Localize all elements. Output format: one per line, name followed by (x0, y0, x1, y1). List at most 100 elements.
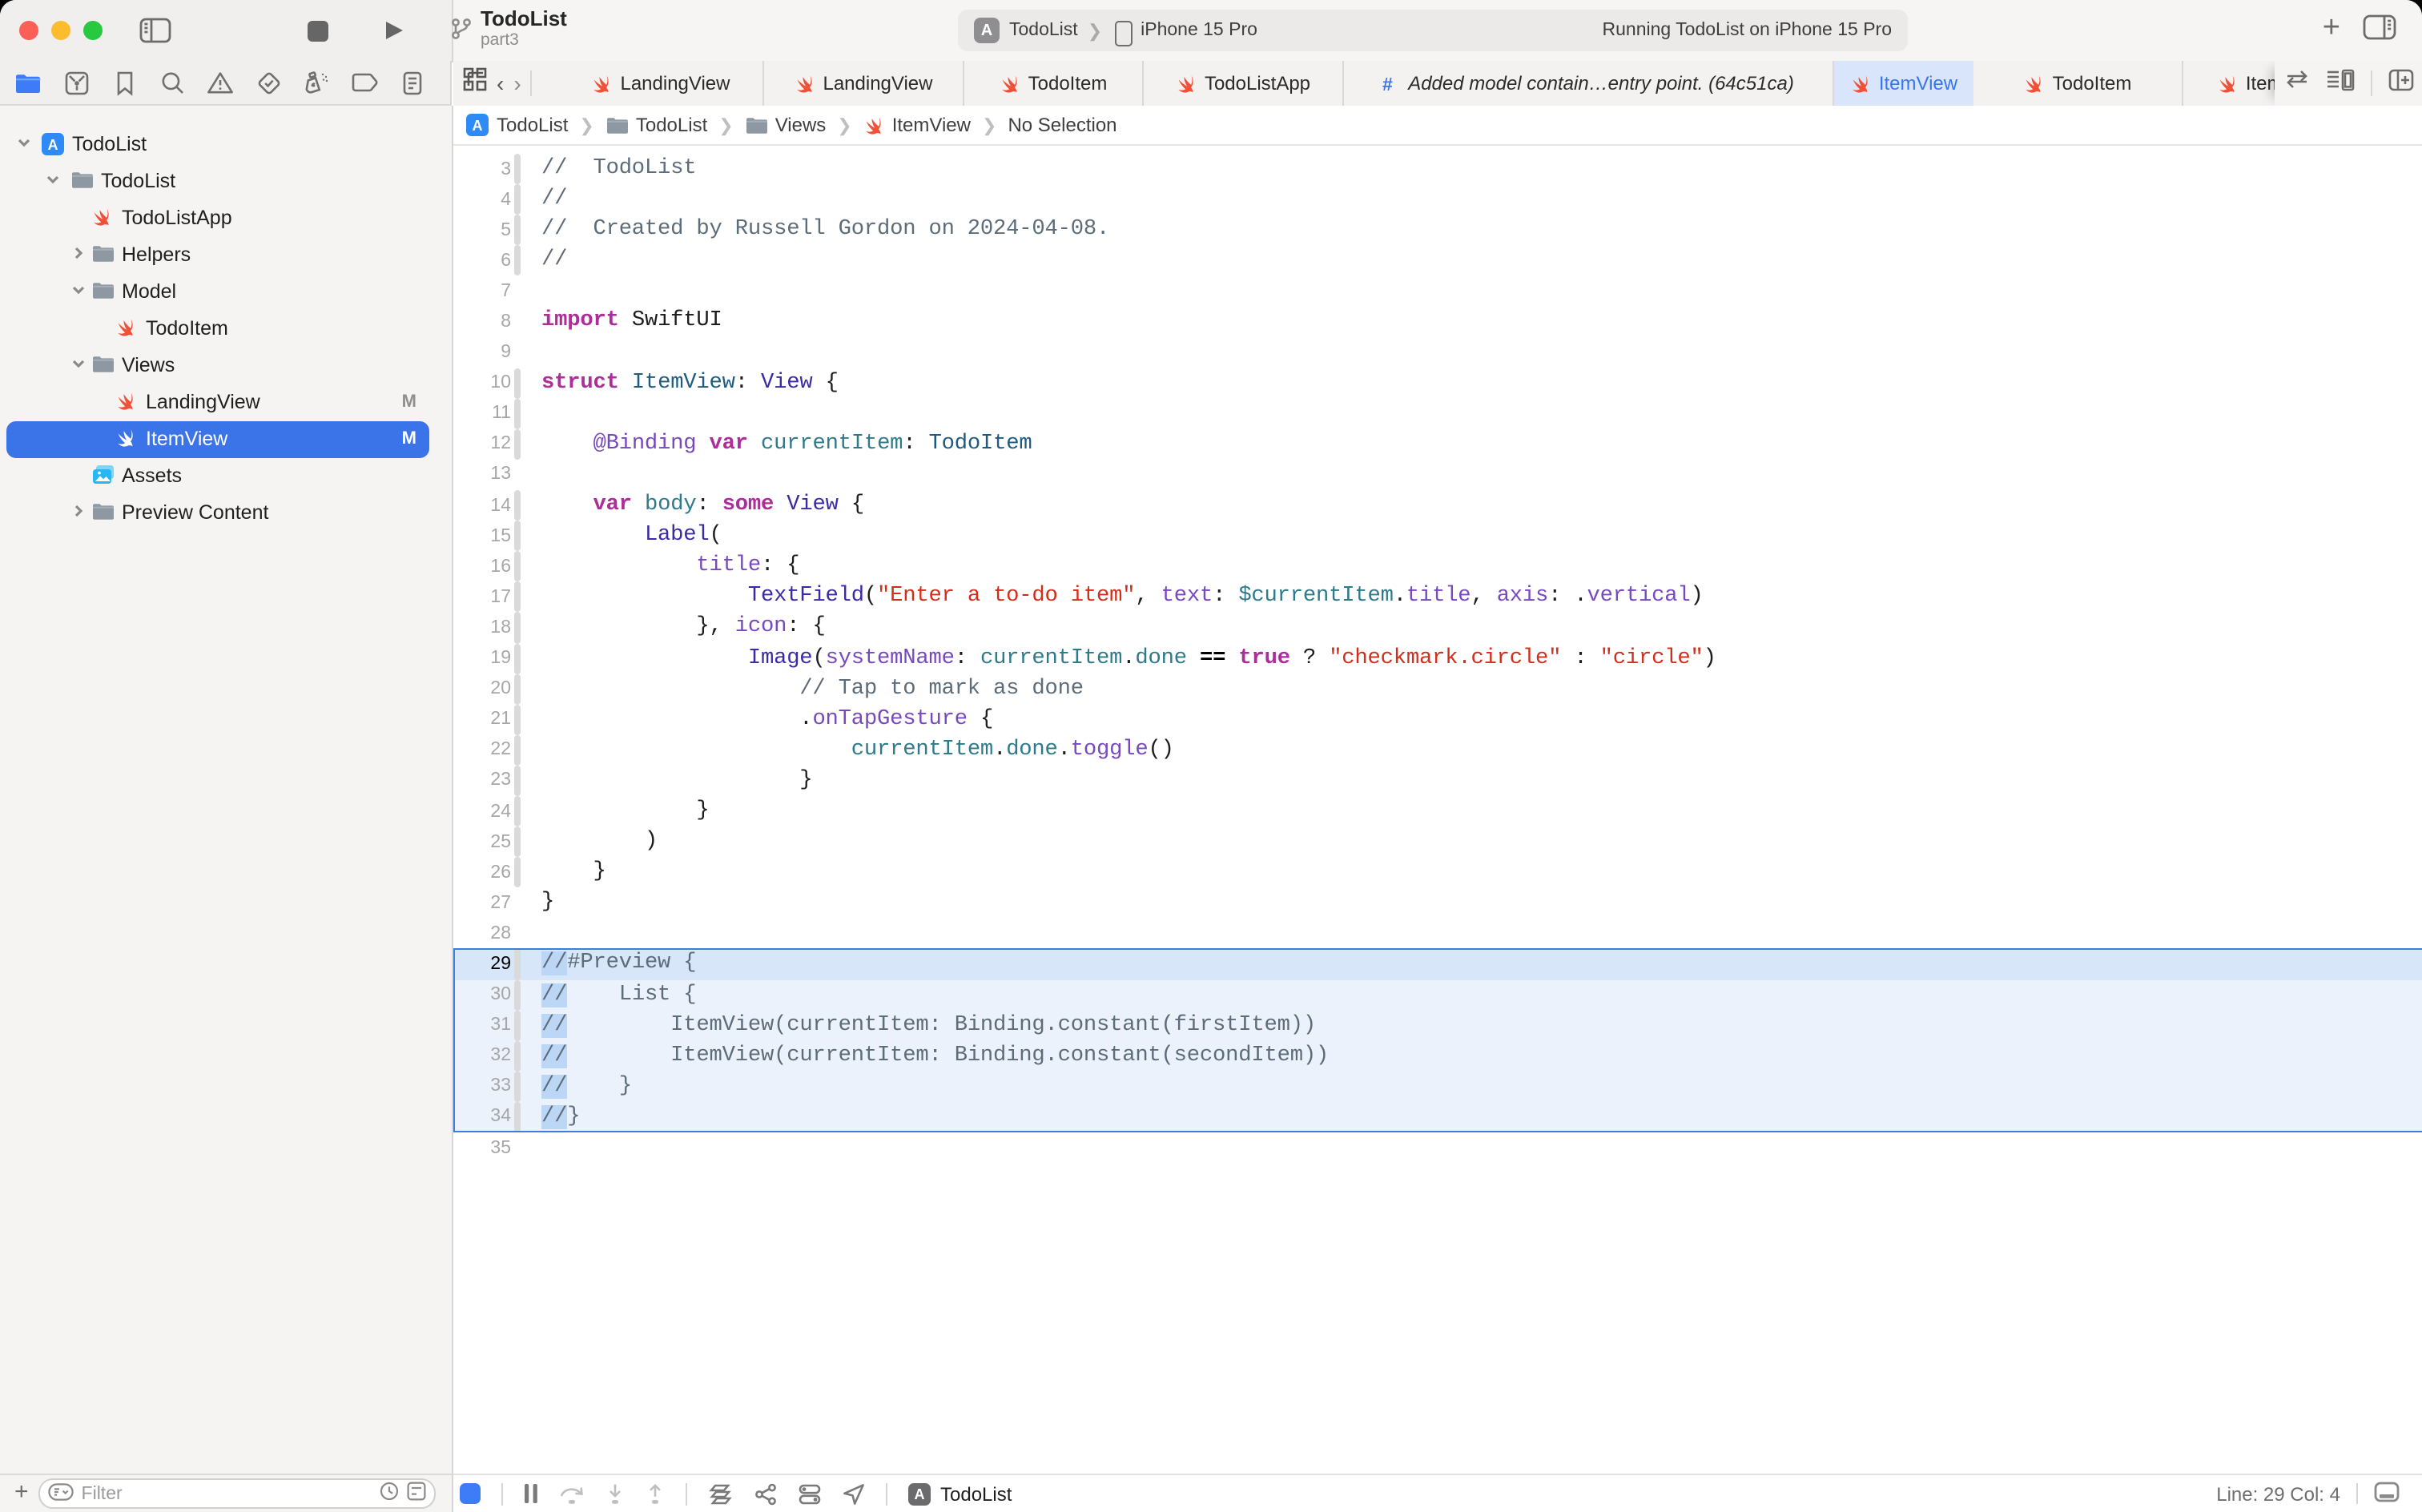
step-over-icon[interactable] (559, 1482, 585, 1505)
sidebar-item-views[interactable]: Views (0, 348, 452, 384)
code-line-27[interactable]: 27} (453, 888, 2422, 919)
code-line-15[interactable]: 15 Label( (453, 521, 2422, 551)
code-line-9[interactable]: 9 (453, 337, 2422, 368)
code-line-35[interactable]: 35 (453, 1132, 2422, 1163)
view-hierarchy-icon[interactable] (708, 1482, 734, 1505)
code-line-22[interactable]: 22 currentItem.done.toggle() (453, 735, 2422, 766)
running-app-label[interactable]: TodoList (940, 1482, 1012, 1505)
tab-todoitem[interactable]: TodoItem (1973, 61, 2183, 106)
breadcrumb-segment[interactable]: ATodoList (466, 114, 568, 136)
tab-todoitem[interactable]: TodoItem (964, 61, 1144, 106)
sidebar-item-preview-content[interactable]: Preview Content (0, 495, 452, 532)
tab-itemview[interactable]: ItemView (1834, 61, 1973, 106)
code-line-8[interactable]: 8import SwiftUI (453, 307, 2422, 337)
recent-files-icon[interactable] (380, 1482, 399, 1506)
filter-field[interactable]: Filter (38, 1478, 436, 1509)
code-line-4[interactable]: 4// (453, 184, 2422, 215)
breadcrumb-segment[interactable]: TodoList (606, 114, 707, 136)
breakpoint-navigator-icon[interactable] (349, 67, 380, 98)
find-navigator-icon[interactable] (157, 67, 187, 98)
code-line-23[interactable]: 23 } (453, 766, 2422, 796)
code-line-31[interactable]: 31// ItemView(currentItem: Binding.const… (453, 1010, 2422, 1040)
disclosure-right-icon[interactable] (70, 243, 93, 266)
swap-editor-icon[interactable] (2283, 69, 2309, 98)
code-line-34[interactable]: 34//} (453, 1102, 2422, 1132)
scheme-title[interactable]: TodoList part3 (481, 6, 567, 51)
code-line-7[interactable]: 7 (453, 276, 2422, 307)
breadcrumb-segment[interactable]: No Selection (1008, 114, 1116, 136)
sidebar-item-todolist[interactable]: ATodoList (0, 127, 452, 163)
disclosure-down-icon[interactable] (45, 170, 67, 192)
zoom-window-button[interactable] (83, 21, 103, 40)
sidebar-item-todoitem[interactable]: TodoItem (0, 311, 452, 348)
code-line-16[interactable]: 16 title: { (453, 551, 2422, 581)
tab-todolistapp[interactable]: TodoListApp (1144, 61, 1344, 106)
code-line-11[interactable]: 11 (453, 399, 2422, 429)
sidebar-item-model[interactable]: Model (0, 274, 452, 311)
sidebar-item-helpers[interactable]: Helpers (0, 237, 452, 274)
code-line-33[interactable]: 33// } (453, 1072, 2422, 1102)
disclosure-down-icon[interactable] (70, 354, 93, 376)
code-line-24[interactable]: 24 } (453, 796, 2422, 826)
source-control-navigator-icon[interactable] (61, 67, 91, 98)
pause-icon[interactable] (524, 1483, 538, 1504)
code-line-10[interactable]: 10struct ItemView: View { (453, 368, 2422, 398)
status-destination[interactable]: iPhone 15 Pro (1141, 21, 1257, 40)
breadcrumb-segment[interactable]: Views (745, 114, 827, 136)
code-line-17[interactable]: 17 TextField("Enter a to-do item", text:… (453, 582, 2422, 613)
code-line-13[interactable]: 13 (453, 460, 2422, 490)
toggle-left-sidebar-icon[interactable] (136, 13, 175, 48)
breakpoints-toggle-icon[interactable] (460, 1483, 481, 1504)
breadcrumb-segment[interactable]: ItemView (863, 114, 971, 136)
code-line-14[interactable]: 14 var body: some View { (453, 490, 2422, 521)
tab-landingview[interactable]: LandingView (559, 61, 764, 106)
back-button[interactable]: ‹ (497, 70, 504, 96)
environment-overrides-icon[interactable] (798, 1482, 822, 1505)
step-out-icon[interactable] (646, 1482, 665, 1505)
minimize-window-button[interactable] (51, 21, 70, 40)
activity-status-bar[interactable]: A TodoList ❯ iPhone 15 Pro Running TodoL… (958, 10, 1908, 51)
source-editor[interactable]: 3// TodoList4//5// Created by Russell Go… (453, 146, 2422, 1474)
code-line-30[interactable]: 30// List { (453, 979, 2422, 1010)
debug-navigator-icon[interactable] (301, 67, 332, 98)
code-line-18[interactable]: 18 }, icon: { (453, 613, 2422, 643)
code-line-5[interactable]: 5// Created by Russell Gordon on 2024-04… (453, 215, 2422, 245)
related-items-icon[interactable] (463, 67, 487, 99)
report-navigator-icon[interactable] (397, 67, 428, 98)
disclosure-down-icon[interactable] (70, 280, 93, 303)
status-project[interactable]: TodoList (1009, 21, 1078, 40)
toggle-right-sidebar-icon[interactable] (2363, 14, 2396, 47)
line-col-indicator[interactable]: Line: 29 Col: 4 (2216, 1482, 2340, 1505)
tab-added-model-contain-entry-point-64c51ca-[interactable]: #Added model contain…entry point. (64c51… (1344, 61, 1834, 106)
code-line-19[interactable]: 19 Image(systemName: currentItem.done ==… (453, 643, 2422, 674)
sidebar-item-itemview[interactable]: ItemViewM (0, 421, 452, 458)
editor-only-mode-icon[interactable] (2374, 1481, 2400, 1506)
simulate-location-icon[interactable] (843, 1482, 865, 1505)
code-line-6[interactable]: 6// (453, 246, 2422, 276)
code-line-29[interactable]: 29//#Preview { (453, 949, 2422, 979)
adjust-editor-icon[interactable] (2325, 68, 2354, 99)
run-button[interactable] (375, 13, 413, 48)
add-tab-button[interactable]: + (2323, 13, 2340, 43)
stop-button[interactable] (298, 13, 336, 48)
tab-landingview[interactable]: LandingView (764, 61, 964, 106)
code-line-28[interactable]: 28 (453, 919, 2422, 949)
add-editor-icon[interactable] (2388, 68, 2413, 99)
code-line-25[interactable]: 25 ) (453, 826, 2422, 857)
source-control-status-icon[interactable] (407, 1482, 426, 1506)
forward-button[interactable]: › (513, 70, 521, 96)
project-navigator-icon[interactable] (13, 67, 43, 98)
bookmark-navigator-icon[interactable] (109, 67, 139, 98)
issue-navigator-icon[interactable] (205, 67, 235, 98)
disclosure-down-icon[interactable] (16, 133, 38, 155)
test-navigator-icon[interactable] (253, 67, 284, 98)
step-into-icon[interactable] (606, 1482, 625, 1505)
sidebar-item-landingview[interactable]: LandingViewM (0, 384, 452, 421)
add-file-button[interactable]: + (14, 1478, 29, 1506)
code-line-3[interactable]: 3// TodoList (453, 154, 2422, 184)
code-line-12[interactable]: 12 @Binding var currentItem: TodoItem (453, 429, 2422, 460)
code-line-21[interactable]: 21 .onTapGesture { (453, 704, 2422, 734)
code-line-32[interactable]: 32// ItemView(currentItem: Binding.const… (453, 1040, 2422, 1071)
close-window-button[interactable] (19, 21, 38, 40)
sidebar-item-assets[interactable]: Assets (0, 458, 452, 495)
